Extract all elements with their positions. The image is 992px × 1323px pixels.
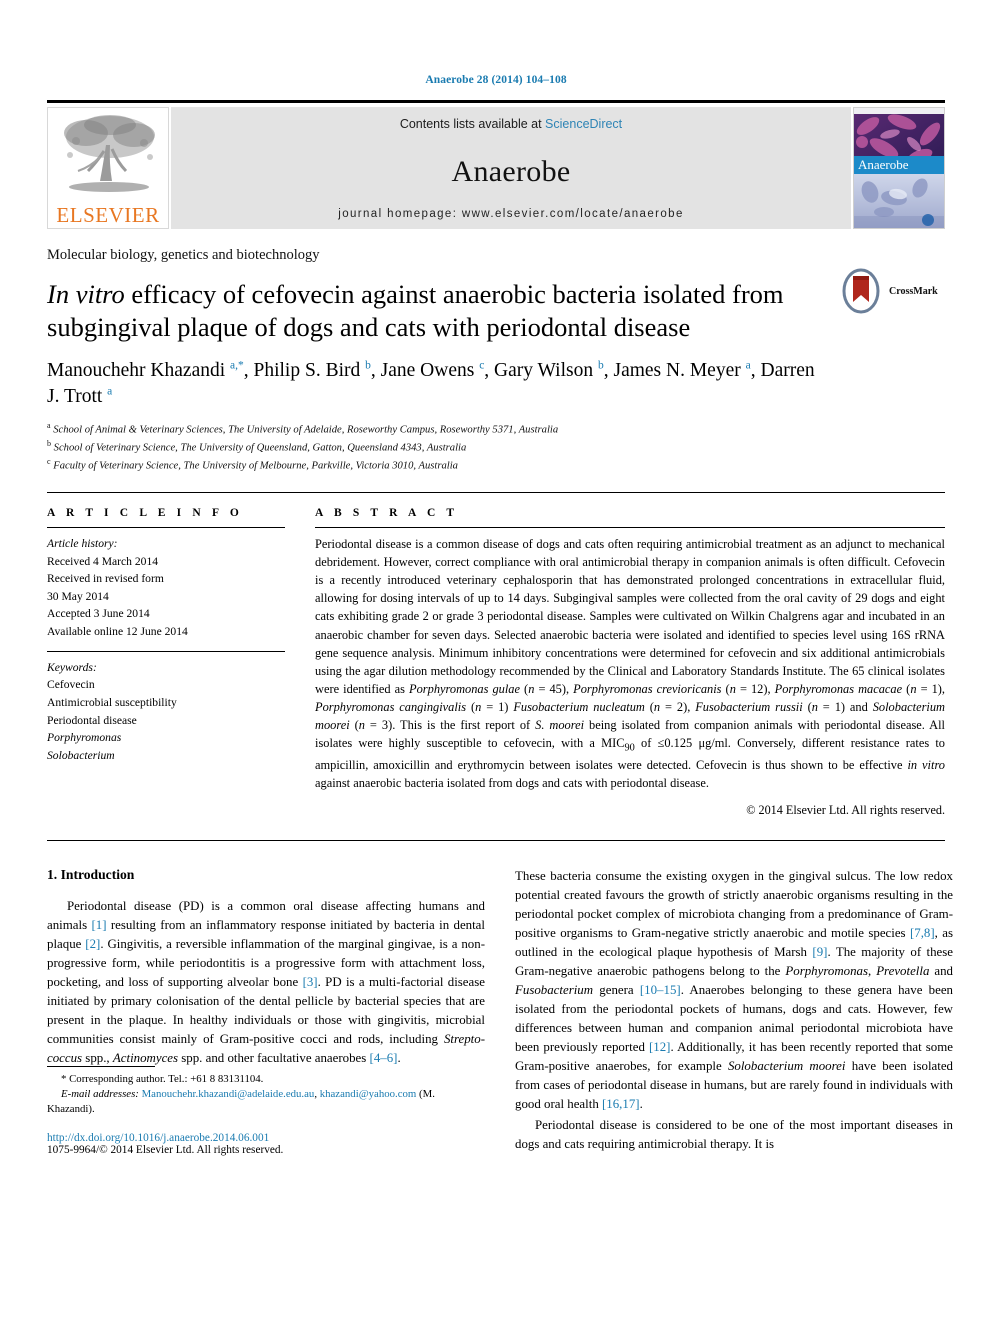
- citation-3[interactable]: [3]: [303, 975, 318, 989]
- citation-10-15[interactable]: [10–15]: [640, 983, 681, 997]
- citation-16-17[interactable]: [16,17]: [602, 1097, 640, 1111]
- crossmark-label: CrossMark: [889, 285, 938, 297]
- keyword-item: Periodontal disease: [47, 713, 137, 727]
- history-item: Available online 12 June 2014: [47, 625, 188, 639]
- body-right-column: These bacteria consume the existing oxyg…: [515, 867, 953, 1156]
- elsevier-tree-icon: [64, 115, 155, 192]
- subject-section-label: Molecular biology, genetics and biotechn…: [47, 247, 320, 263]
- section-heading-introduction: 1. Introduction: [47, 866, 135, 882]
- body-columns: 1. Introduction Periodontal disease (PD)…: [47, 839, 953, 1156]
- contents-prefix: Contents lists available at: [399, 117, 546, 131]
- affiliation-c: c Faculty of Veterinary Science, The Uni…: [47, 456, 945, 474]
- affil-letter: b: [47, 439, 51, 449]
- author-manouchehr-khazandi: Manouchehr Khazandi a,*,: [47, 359, 254, 381]
- svg-text:Anaerobe: Anaerobe: [858, 157, 909, 172]
- sciencedirect-link[interactable]: ScienceDirect: [545, 117, 622, 131]
- affil-marker: a: [745, 359, 751, 372]
- author-jane-owens: Jane Owens c,: [380, 359, 495, 381]
- abstract-column: A B S T R A C T Periodontal disease is a…: [315, 507, 945, 818]
- body-left-column: 1. Introduction Periodontal disease (PD)…: [47, 867, 485, 1156]
- affil-marker: a: [107, 385, 113, 398]
- elsevier-logo: ELSEVIER: [47, 107, 169, 229]
- affil-text: Faculty of Veterinary Science, The Unive…: [53, 460, 458, 472]
- email-label: E-mail addresses:: [61, 1087, 139, 1100]
- affil-marker: a,: [230, 359, 238, 372]
- doi-block: http://dx.doi.org/10.1016/j.anaerobe.201…: [47, 1132, 485, 1156]
- citation-1[interactable]: [1]: [91, 918, 106, 932]
- article-page: Anaerobe 28 (2014) 104–108 ELSEVIER Cont…: [0, 0, 992, 1323]
- divider: [47, 650, 285, 652]
- affil-marker: c: [479, 359, 485, 372]
- running-head: Anaerobe 28 (2014) 104–108: [425, 74, 567, 86]
- affil-marker: b: [597, 359, 604, 372]
- intro-paragraph-left: Periodontal disease (PD) is a common ora…: [47, 898, 485, 1065]
- keyword-item: Porphyromonas: [47, 731, 122, 745]
- keyword-item: Cefovecin: [47, 678, 95, 692]
- keywords-block: Keywords: Cefovecin Antimicrobial suscep…: [47, 659, 285, 765]
- copyright-line: © 2014 Elsevier Ltd. All rights reserved…: [746, 802, 945, 817]
- cover-artwork: Anaerobe: [854, 108, 944, 228]
- author-philip-bird: Philip S. Bird b,: [253, 359, 381, 381]
- keyword-item: Antimicrobial susceptibility: [47, 695, 177, 709]
- masthead-center: Contents lists available at ScienceDirec…: [171, 107, 851, 229]
- affiliation-b: b School of Veterinary Science, The Univ…: [47, 438, 945, 456]
- divider: [315, 527, 945, 529]
- history-item: Accepted 3 June 2014: [47, 607, 150, 621]
- page-title: In vitro efficacy of cefovecin against a…: [47, 278, 807, 344]
- email-note: E-mail addresses: Manouchehr.khazandi@ad…: [47, 1087, 435, 1116]
- crossmark-icon: [842, 268, 880, 314]
- footnote-divider: [47, 1065, 155, 1067]
- history-item: Received 4 March 2014: [47, 554, 159, 568]
- masthead: ELSEVIER Contents lists available at Sci…: [47, 107, 945, 229]
- history-item: Received in revised form: [47, 572, 164, 586]
- title-rest: efficacy of cefovecin against anaerobic …: [47, 279, 784, 342]
- article-info-heading: A R T I C L E I N F O: [47, 507, 243, 520]
- affiliation-a: a School of Animal & Veterinary Sciences…: [47, 420, 945, 438]
- article-info-column: A R T I C L E I N F O Article history: R…: [47, 507, 285, 818]
- info-abstract-section: A R T I C L E I N F O Article history: R…: [47, 492, 945, 818]
- corresponding-author-note: * Corresponding author. Tel.: +61 8 8313…: [61, 1072, 264, 1085]
- email-link-secondary[interactable]: khazandi@yahoo.com: [320, 1088, 417, 1100]
- intro-paragraph-right-2: Periodontal disease is considered to be …: [515, 1117, 953, 1151]
- affil-marker: b: [365, 359, 371, 372]
- affil-text: School of Veterinary Science, The Univer…: [53, 442, 467, 454]
- intro-paragraph-right-1: These bacteria consume the existing oxyg…: [515, 868, 954, 1111]
- title-italic-part: In vitro: [47, 279, 125, 309]
- keyword-item: Solobacterium: [47, 748, 115, 762]
- contents-line: Contents lists available at ScienceDirec…: [400, 117, 622, 131]
- abstract-text: Periodontal disease is a common disease …: [315, 537, 946, 790]
- masthead-container: ELSEVIER Contents lists available at Sci…: [47, 100, 945, 229]
- citation-2[interactable]: [2]: [85, 937, 100, 951]
- doi-link[interactable]: http://dx.doi.org/10.1016/j.anaerobe.201…: [47, 1132, 485, 1144]
- divider: [47, 527, 285, 529]
- footnote-block: * Corresponding author. Tel.: +61 8 8313…: [47, 1065, 485, 1156]
- affil-letter: a: [47, 421, 51, 431]
- history-item: 30 May 2014: [47, 589, 109, 603]
- abstract-heading: A B S T R A C T: [315, 507, 459, 520]
- issn-copyright: 1075-9964/© 2014 Elsevier Ltd. All right…: [47, 1143, 284, 1156]
- title-block: Molecular biology, genetics and biotechn…: [47, 229, 945, 474]
- corresponding-marker[interactable]: *: [238, 359, 244, 371]
- journal-cover-thumbnail: Anaerobe: [853, 107, 945, 229]
- author-james-meyer: James N. Meyer a,: [613, 359, 761, 381]
- crossmark-badge[interactable]: CrossMark: [841, 265, 945, 317]
- email-link-primary[interactable]: Manouchehr.khazandi@adelaide.edu.au: [142, 1088, 315, 1100]
- journal-title: Anaerobe: [451, 154, 571, 188]
- article-history-label: Article history:: [47, 537, 118, 551]
- author-list: Manouchehr Khazandi a,*, Philip S. Bird …: [47, 358, 827, 411]
- affil-text: School of Animal & Veterinary Sciences, …: [53, 424, 559, 436]
- elsevier-wordmark: ELSEVIER: [56, 203, 160, 227]
- article-history: Article history: Received 4 March 2014 R…: [47, 535, 285, 641]
- keywords-label: Keywords:: [47, 660, 97, 674]
- citation-7-8[interactable]: [7,8]: [910, 926, 935, 940]
- journal-homepage-link[interactable]: journal homepage: www.elsevier.com/locat…: [338, 208, 684, 220]
- affil-letter: c: [47, 457, 51, 467]
- citation-12[interactable]: [12]: [649, 1040, 670, 1054]
- author-gary-wilson: Gary Wilson b,: [494, 359, 614, 381]
- citation-9[interactable]: [9]: [812, 945, 827, 959]
- citation-4-6[interactable]: [4–6]: [370, 1051, 398, 1065]
